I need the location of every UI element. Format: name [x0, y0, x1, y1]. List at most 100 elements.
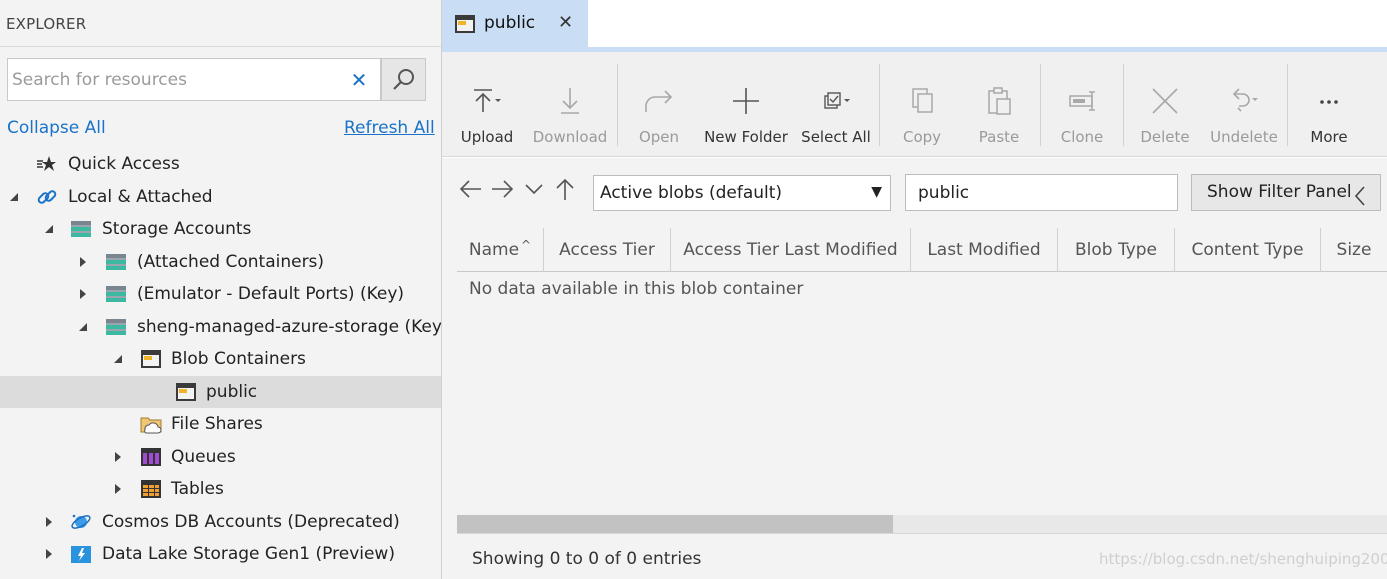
- tree-item-label: Cosmos DB Accounts (Deprecated): [102, 512, 400, 532]
- grid-header: Name ^ Access Tier Access Tier Last Modi…: [457, 228, 1387, 272]
- tree-item-queues[interactable]: Queues: [0, 441, 441, 473]
- more-button[interactable]: More: [1305, 52, 1353, 157]
- more-icon: [1312, 76, 1346, 126]
- plus-icon: [729, 76, 763, 126]
- collapse-all-link[interactable]: Collapse All: [7, 118, 106, 138]
- tree-item-cosmos-db[interactable]: Cosmos DB Accounts (Deprecated): [0, 506, 441, 538]
- more-label: More: [1310, 128, 1348, 146]
- collapsed-arrow-icon[interactable]: [111, 450, 125, 464]
- copy-button[interactable]: Copy: [897, 52, 947, 157]
- path-input[interactable]: [918, 181, 1168, 205]
- data-lake-icon: [70, 543, 92, 565]
- column-header-size[interactable]: Size: [1321, 228, 1387, 272]
- download-button[interactable]: Download: [532, 52, 608, 157]
- path-field: [905, 174, 1178, 211]
- navigation-bar: Active blobs (default) ▼ Show Filter Pan…: [442, 158, 1387, 226]
- undelete-button[interactable]: Undelete: [1210, 52, 1278, 157]
- tree-item-label: Queues: [171, 447, 236, 467]
- column-header-label: Access Tier Last Modified: [683, 240, 898, 260]
- tab-label: public: [484, 13, 536, 33]
- column-header-access-tier[interactable]: Access Tier: [544, 228, 671, 272]
- link-icon: [36, 186, 58, 208]
- tree-item-file-shares[interactable]: File Shares: [0, 408, 441, 440]
- column-header-label: Name: [468, 240, 520, 260]
- tree-item-sheng-managed-azure-storage[interactable]: sheng-managed-azure-storage (Key): [0, 311, 449, 343]
- search-input[interactable]: [12, 67, 334, 93]
- show-filter-panel-button[interactable]: Show Filter Panel: [1191, 174, 1381, 211]
- collapsed-arrow-icon[interactable]: [111, 482, 125, 496]
- expanded-arrow-icon[interactable]: [76, 320, 90, 334]
- quick-access-icon: [35, 153, 57, 175]
- tree-item-attached-containers[interactable]: (Attached Containers): [0, 246, 441, 278]
- tree-item-label: (Emulator - Default Ports) (Key): [137, 284, 405, 304]
- select-all-label: Select All: [801, 128, 871, 146]
- tab-public[interactable]: public ✕: [442, 0, 588, 52]
- undelete-label: Undelete: [1210, 128, 1278, 146]
- open-button[interactable]: Open: [634, 52, 684, 157]
- search-icon: [392, 68, 414, 90]
- collapsed-arrow-icon[interactable]: [76, 287, 90, 301]
- open-arrow-icon: [642, 76, 676, 126]
- chevron-down-icon[interactable]: [521, 176, 547, 202]
- tree-item-label: Local & Attached: [68, 187, 213, 207]
- new-folder-button[interactable]: New Folder: [704, 52, 788, 157]
- tree-item-label: Data Lake Storage Gen1 (Preview): [102, 544, 395, 564]
- copy-label: Copy: [902, 128, 942, 146]
- tree-item-tables[interactable]: Tables: [0, 473, 441, 505]
- select-all-button[interactable]: Select All: [800, 52, 872, 157]
- delete-button[interactable]: Delete: [1139, 52, 1191, 157]
- entries-status: Showing 0 to 0 of 0 entries: [472, 549, 702, 569]
- tree-item-emulator[interactable]: (Emulator - Default Ports) (Key): [0, 278, 441, 310]
- clone-button[interactable]: Clone: [1057, 52, 1107, 157]
- clone-label: Clone: [1060, 128, 1104, 146]
- watermark: https://blog.csdn.net/shenghuiping2001: [1099, 550, 1387, 568]
- storage-account-icon: [70, 218, 92, 240]
- tree-item-public[interactable]: public: [0, 376, 441, 408]
- collapsed-arrow-icon[interactable]: [42, 515, 56, 529]
- column-header-label: Last Modified: [927, 240, 1041, 260]
- expanded-arrow-icon[interactable]: [111, 352, 125, 366]
- column-header-name[interactable]: Name ^: [457, 228, 544, 272]
- column-header-label: Access Tier: [559, 240, 655, 260]
- toolbar-separator: [617, 64, 618, 146]
- tree-item-storage-accounts[interactable]: Storage Accounts: [0, 213, 441, 245]
- table-icon: [140, 478, 162, 500]
- toolbar-separator: [1287, 64, 1288, 146]
- delete-icon: [1148, 76, 1182, 126]
- column-header-content-type[interactable]: Content Type: [1175, 228, 1321, 272]
- expanded-arrow-icon[interactable]: [42, 222, 56, 236]
- column-header-access-tier-last-modified[interactable]: Access Tier Last Modified: [671, 228, 911, 272]
- divider: [0, 46, 441, 47]
- upload-icon: [470, 76, 504, 126]
- expanded-arrow-icon[interactable]: [7, 190, 21, 204]
- tree-item-quick-access[interactable]: Quick Access: [0, 148, 441, 180]
- back-arrow-icon[interactable]: [458, 176, 484, 202]
- column-header-blob-type[interactable]: Blob Type: [1058, 228, 1175, 272]
- column-header-last-modified[interactable]: Last Modified: [911, 228, 1058, 272]
- tree-item-label: sheng-managed-azure-storage (Key): [137, 317, 449, 337]
- collapsed-arrow-icon[interactable]: [42, 547, 56, 561]
- refresh-all-link[interactable]: Refresh All: [344, 118, 435, 138]
- search-box: ✕: [7, 58, 381, 101]
- file-share-icon: [140, 413, 162, 435]
- forward-arrow-icon[interactable]: [489, 176, 515, 202]
- tree-item-data-lake[interactable]: Data Lake Storage Gen1 (Preview): [0, 538, 441, 570]
- search-button[interactable]: [381, 58, 426, 101]
- tree-item-blob-containers[interactable]: Blob Containers: [0, 343, 441, 375]
- paste-button[interactable]: Paste: [974, 52, 1024, 157]
- blob-view-select[interactable]: Active blobs (default) ▼: [593, 175, 891, 211]
- show-filter-panel-label: Show Filter Panel: [1207, 182, 1352, 202]
- tree-item-local-attached[interactable]: Local & Attached: [0, 181, 441, 213]
- collapsed-arrow-icon[interactable]: [76, 255, 90, 269]
- tree-item-label: Quick Access: [68, 154, 180, 174]
- tree-item-label: File Shares: [171, 414, 263, 434]
- horizontal-scrollbar-thumb[interactable]: [457, 515, 893, 533]
- close-tab-icon[interactable]: ✕: [558, 12, 573, 33]
- blob-container-icon: [175, 381, 197, 403]
- blob-view-select-value: Active blobs (default): [600, 183, 783, 203]
- new-folder-label: New Folder: [704, 128, 788, 146]
- up-arrow-icon[interactable]: [552, 176, 578, 202]
- upload-button[interactable]: Upload: [456, 52, 518, 157]
- toolbar-separator: [1040, 64, 1041, 146]
- clear-search-icon[interactable]: ✕: [344, 65, 374, 95]
